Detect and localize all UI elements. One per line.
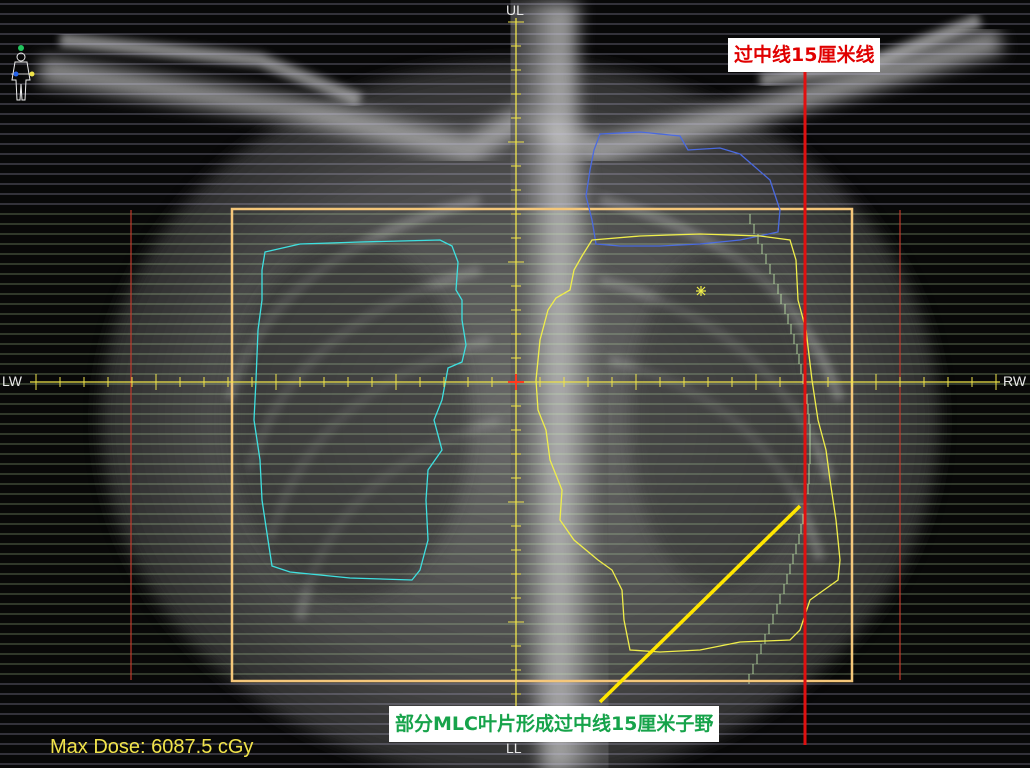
drr-viewport[interactable]: UL LL LW RW 过中线15厘米线 部分MLC叶片形成过中线15厘米子野 … bbox=[0, 0, 1030, 768]
reference-point-marker bbox=[696, 286, 706, 296]
patient-orientation-icon[interactable] bbox=[8, 44, 38, 108]
orientation-label-right: RW bbox=[1003, 373, 1027, 389]
drr-scene[interactable] bbox=[0, 0, 1030, 768]
max-dose-readout: Max Dose: 6087.5 cGy bbox=[50, 736, 254, 758]
orientation-label-top: UL bbox=[506, 2, 524, 18]
orientation-label-left: LW bbox=[2, 373, 22, 389]
subfield-annotation-label: 部分MLC叶片形成过中线15厘米子野 bbox=[389, 706, 720, 742]
midline-annotation-label: 过中线15厘米线 bbox=[728, 38, 881, 72]
orientation-label-bottom: LL bbox=[506, 740, 522, 756]
